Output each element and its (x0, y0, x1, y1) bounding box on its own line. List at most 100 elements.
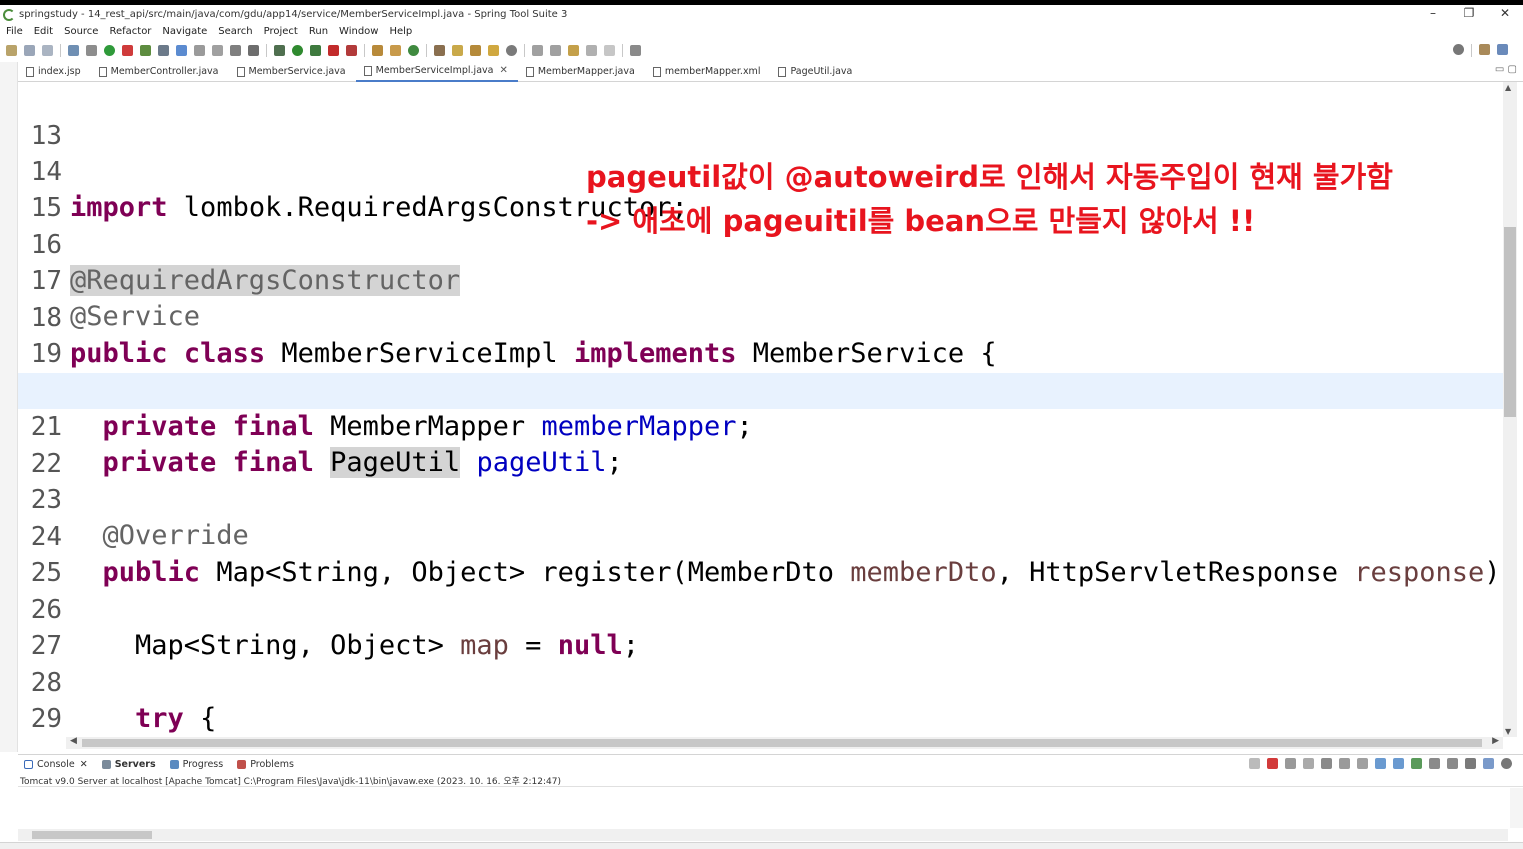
tab-index-jsp[interactable]: index.jsp (18, 62, 91, 82)
code-line: 14 import lombok.RequiredArgsConstructor… (18, 118, 1503, 223)
toggle-block-selection-icon[interactable] (194, 45, 205, 56)
open-console-icon[interactable] (1447, 758, 1458, 769)
show-on-stderr-icon[interactable] (1393, 758, 1404, 769)
console-process-label: Tomcat v9.0 Server at localhost [Apache … (18, 774, 1523, 787)
paragraph-icon[interactable] (230, 45, 241, 56)
terminate-icon[interactable] (328, 45, 339, 56)
code-editor[interactable]: 13 14 import lombok.RequiredArgsConstruc… (18, 82, 1503, 737)
minimize-button[interactable]: – (1415, 5, 1451, 24)
console-settings-icon[interactable] (1465, 758, 1476, 769)
code-line: 26 Map<String, Object> map = null; (18, 556, 1503, 661)
clear-console-icon[interactable] (1321, 758, 1332, 769)
maximize-editor-icon[interactable]: ▭ ▢ (1495, 64, 1517, 75)
toggle-mark-occurrences-icon[interactable] (176, 45, 187, 56)
tab-member-mapper[interactable]: MemberMapper.java (518, 62, 645, 82)
console-vertical-scrollbar[interactable] (1510, 788, 1523, 828)
tab-console[interactable]: Console ✕ (18, 759, 96, 770)
tab-label: Progress (182, 759, 224, 770)
close-tab-icon[interactable]: ✕ (80, 759, 88, 770)
new-icon[interactable] (6, 45, 17, 56)
scroll-thumb[interactable] (32, 831, 152, 839)
terminate-icon[interactable] (1267, 758, 1278, 769)
spring-icon[interactable] (506, 45, 517, 56)
tab-label: MemberServiceImpl.java (375, 65, 494, 76)
pin-console-icon[interactable] (1411, 758, 1422, 769)
editor-horizontal-scrollbar[interactable]: ◀ ▶ (66, 736, 1503, 749)
code-line: 22 (18, 410, 1503, 479)
refresh-icon[interactable] (140, 45, 151, 56)
tab-member-service[interactable]: MemberService.java (229, 62, 356, 82)
search-icon[interactable] (1453, 44, 1464, 55)
menu-project[interactable]: Project (264, 26, 298, 37)
menu-run[interactable]: Run (309, 26, 328, 37)
stop-icon[interactable] (122, 45, 133, 56)
search-toolbar-icon[interactable] (470, 45, 481, 56)
save-icon[interactable] (24, 45, 35, 56)
java-perspective-icon[interactable] (1497, 44, 1508, 55)
word-wrap-icon[interactable] (1357, 758, 1368, 769)
show-on-stdout-icon[interactable] (1375, 758, 1386, 769)
run-icon[interactable] (292, 45, 303, 56)
annotation-nav-icon[interactable] (248, 45, 259, 56)
menu-refactor[interactable]: Refactor (109, 26, 151, 37)
link-icon[interactable] (1249, 758, 1260, 769)
gear-icon[interactable] (1501, 758, 1512, 769)
menu-window[interactable]: Window (339, 26, 378, 37)
new-class-icon[interactable] (408, 45, 419, 56)
tab-page-util[interactable]: PageUtil.java (770, 62, 862, 82)
tab-servers[interactable]: Servers (96, 759, 164, 770)
forward-icon[interactable] (604, 45, 615, 56)
close-tab-icon[interactable]: ✕ (499, 65, 507, 76)
scroll-lock-icon[interactable] (1339, 758, 1350, 769)
next-annotation-icon[interactable] (532, 45, 543, 56)
xml-file-icon (652, 66, 661, 77)
menu-search[interactable]: Search (218, 26, 252, 37)
skip-breakpoints-icon[interactable] (86, 45, 97, 56)
scroll-thumb[interactable] (82, 739, 1482, 747)
open-type-icon[interactable] (434, 45, 445, 56)
tab-member-controller[interactable]: MemberController.java (91, 62, 229, 82)
console-output[interactable] (18, 788, 1508, 828)
save-all-icon[interactable] (42, 45, 53, 56)
last-edit-icon[interactable] (568, 45, 579, 56)
remove-launch-icon[interactable] (1285, 758, 1296, 769)
external-tools-icon[interactable] (346, 45, 357, 56)
menu-source[interactable]: Source (64, 26, 98, 37)
tab-problems[interactable]: Problems (231, 759, 302, 770)
pin-editor-icon[interactable] (630, 45, 641, 56)
scroll-up-icon[interactable]: ▲ (1505, 83, 1511, 92)
pin-icon[interactable] (158, 45, 169, 56)
menu-navigate[interactable]: Navigate (162, 26, 207, 37)
menu-edit[interactable]: Edit (34, 26, 53, 37)
tab-member-mapper-xml[interactable]: memberMapper.xml (645, 62, 771, 82)
previous-annotation-icon[interactable] (550, 45, 561, 56)
debug-run-icon[interactable] (274, 45, 285, 56)
menu-file[interactable]: File (6, 26, 23, 37)
close-window-button[interactable]: ✕ (1487, 5, 1523, 24)
scroll-thumb[interactable] (1504, 227, 1516, 417)
editor-vertical-scrollbar[interactable]: ▲ ▼ (1503, 82, 1517, 737)
debug-view-icon[interactable] (1483, 758, 1494, 769)
open-task-icon[interactable] (452, 45, 463, 56)
remove-all-icon[interactable] (1303, 758, 1314, 769)
tab-progress[interactable]: Progress (164, 759, 232, 770)
scroll-left-icon[interactable]: ◀ (70, 736, 77, 746)
open-folder-icon[interactable] (488, 45, 499, 56)
back-icon[interactable] (586, 45, 597, 56)
scroll-right-icon[interactable]: ▶ (1492, 736, 1499, 746)
restore-button[interactable]: ❐ (1451, 5, 1487, 24)
menu-help[interactable]: Help (389, 26, 412, 37)
new-package-icon[interactable] (390, 45, 401, 56)
show-whitespace-icon[interactable] (212, 45, 223, 56)
console-horizontal-scrollbar[interactable] (18, 829, 1508, 841)
debug-icon[interactable] (104, 45, 115, 56)
display-console-icon[interactable] (1429, 758, 1440, 769)
run-configurations-icon[interactable] (310, 45, 321, 56)
new-java-project-icon[interactable] (372, 45, 383, 56)
open-perspective-icon[interactable] (1479, 44, 1490, 55)
print-icon[interactable] (68, 45, 79, 56)
tab-member-service-impl[interactable]: MemberServiceImpl.java ✕ (355, 61, 518, 82)
scroll-down-icon[interactable]: ▼ (1505, 727, 1511, 736)
code-line: 24 public Map<String, Object> register(M… (18, 483, 1503, 588)
console-toolbar (1249, 758, 1519, 769)
